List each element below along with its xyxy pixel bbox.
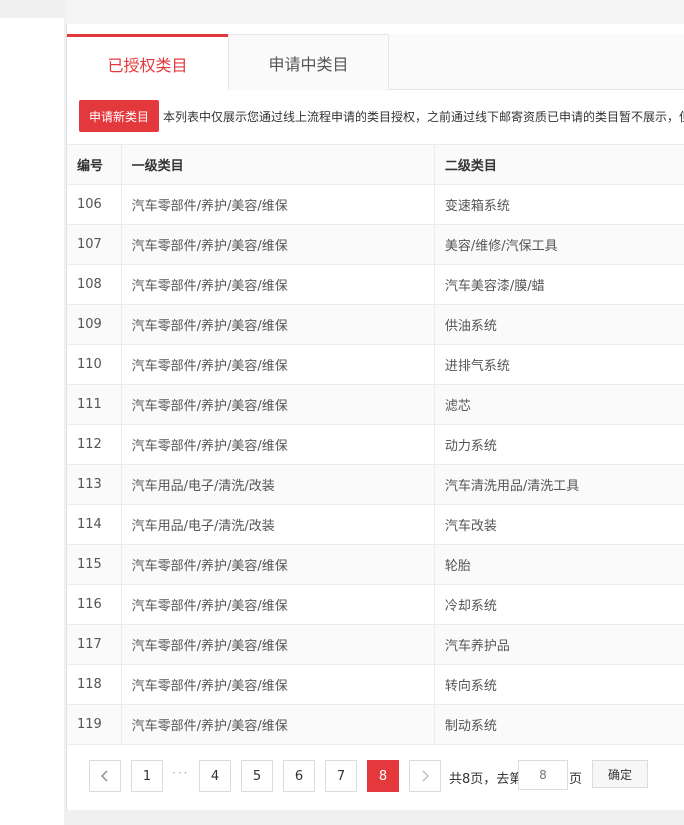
cell-level2: 制动系统 [433,704,684,745]
page-8-button[interactable]: 8 [367,760,399,792]
cell-level2: 供油系统 [433,304,684,345]
cell-level2: 进排气系统 [433,344,684,385]
cell-num: 115 [67,544,122,585]
next-page-button[interactable] [409,760,441,792]
table-row: 112 汽车零部件/养护/美容/维保 动力系统 [67,424,684,465]
cell-level2: 轮胎 [433,544,684,585]
cell-level2: 转向系统 [433,664,684,705]
page-suffix-text: 页 [569,772,583,787]
page-6-button[interactable]: 6 [283,760,315,792]
table-row: 114 汽车用品/电子/清洗/改装 汽车改装 [67,504,684,545]
cell-num: 119 [67,704,122,745]
cell-level1: 汽车零部件/养护/美容/维保 [120,384,435,425]
cell-num: 108 [67,264,122,305]
notice-text: 本列表中仅展示您通过线上流程申请的类目授权，之前通过线下邮寄资质已申请的类目暂不… [163,109,684,124]
table-row: 113 汽车用品/电子/清洗/改装 汽车清洗用品/清洗工具 [67,464,684,505]
cell-num: 118 [67,664,122,705]
category-table: 编号 一级类目 二级类目 106 汽车零部件/养护/美容/维保 变速箱系统 107 汽车… [67,144,684,745]
cell-num: 109 [67,304,122,345]
bottom-strip [66,810,684,825]
top-strip [66,0,684,24]
page-4-button[interactable]: 4 [199,760,231,792]
cell-level1: 汽车零部件/养护/美容/维保 [120,264,435,305]
page-7-button[interactable]: 7 [325,760,357,792]
cell-level2: 变速箱系统 [433,184,684,225]
cell-num: 114 [67,504,122,545]
pagination: 1 ··· 4 5 6 7 8 共8页，去第 页 确定 [67,744,684,810]
table-body: 106 汽车零部件/养护/美容/维保 变速箱系统 107 汽车零部件/养护/美容/维保美… [67,184,684,745]
cell-level2: 汽车清洗用品/清洗工具 [433,464,684,505]
table-row: 108 汽车零部件/养护/美容/维保 汽车美容漆/膜/蜡 [67,264,684,305]
table-row: 119 汽车零部件/养护/美容/维保 制动系统 [67,704,684,745]
cell-num: 112 [67,424,122,465]
page-1-button[interactable]: 1 [131,760,163,792]
cell-num: 106 [67,184,122,225]
cell-level2: 汽车美容漆/膜/蜡 [433,264,684,305]
table-row: 115 汽车零部件/养护/美容/维保 轮胎 [67,544,684,585]
left-sidebar [0,18,64,825]
category-panel: 已授权类目 申请中类目 申请新类目 本列表中仅展示您通过线上流程申请的类目授权，… [66,24,684,810]
tab-authorized[interactable]: 已授权类目 [67,34,228,91]
table-row: 111 汽车零部件/养护/美容/维保 滤芯 [67,384,684,425]
cell-num: 110 [67,344,122,385]
header-level2: 二级类目 [433,144,684,185]
chevron-left-icon [101,770,108,782]
cell-level2: 冷却系统 [433,584,684,625]
cell-level2: 滤芯 [433,384,684,425]
main-content: 已授权类目 申请中类目 申请新类目 本列表中仅展示您通过线上流程申请的类目授权，… [66,0,684,825]
cell-level1: 汽车用品/电子/清洗/改装 [120,504,435,545]
table-row: 106 汽车零部件/养护/美容/维保 变速箱系统 [67,184,684,225]
table-row: 110 汽车零部件/养护/美容/维保 进排气系统 [67,344,684,385]
toolbar: 申请新类目 本列表中仅展示您通过线上流程申请的类目授权，之前通过线下邮寄资质已申… [67,90,684,142]
table-row: 116 汽车零部件/养护/美容/维保 冷却系统 [67,584,684,625]
cell-num: 116 [67,584,122,625]
table-row: 107 汽车零部件/养护/美容/维保 美容/维修/汽保工具 [67,224,684,265]
cell-level1: 汽车零部件/养护/美容/维保 [120,544,435,585]
header-num: 编号 [67,144,122,185]
cell-num: 111 [67,384,122,425]
page-number-input[interactable] [518,760,568,790]
header-level1: 一级类目 [120,144,435,185]
cell-level2: 汽车养护品 [433,624,684,665]
chevron-right-icon [422,770,429,782]
tab-bar: 已授权类目 申请中类目 [67,34,684,91]
cell-level1: 汽车零部件/养护/美容/维保 [120,344,435,385]
cell-level2: 动力系统 [433,424,684,465]
cell-num: 117 [67,624,122,665]
table-row: 109 汽车零部件/养护/美容/维保 供油系统 [67,304,684,345]
cell-level1: 汽车零部件/养护/美容/维保 [120,304,435,345]
page-5-button[interactable]: 5 [241,760,273,792]
table-header-row: 编号 一级类目 二级类目 [67,144,684,185]
cell-level1: 汽车零部件/养护/美容/维保 [120,664,435,705]
cell-level1: 汽车零部件/养护/美容/维保 [120,704,435,745]
cell-num: 107 [67,224,122,265]
table-row: 118 汽车零部件/养护/美容/维保 转向系统 [67,664,684,705]
table-row: 117 汽车零部件/养护/美容/维保 汽车养护品 [67,624,684,665]
total-pages-text: 共8页，去第 [449,772,523,787]
pagination-ellipsis: ··· [172,766,190,780]
cell-num: 113 [67,464,122,505]
cell-level1: 汽车用品/电子/清洗/改装 [120,464,435,505]
cell-level2: 美容/维修/汽保工具 [433,224,684,265]
cell-level1: 汽车零部件/养护/美容/维保 [120,584,435,625]
cell-level2: 汽车改装 [433,504,684,545]
cell-level1: 汽车零部件/养护/美容/维保 [120,624,435,665]
cell-level1: 汽车零部件/养护/美容/维保 [120,424,435,465]
apply-new-category-button[interactable]: 申请新类目 [79,100,160,132]
tab-applying[interactable]: 申请中类目 [228,34,389,90]
prev-page-button[interactable] [89,760,121,792]
cell-level1: 汽车零部件/养护/美容/维保 [120,224,435,265]
cell-level1: 汽车零部件/养护/美容/维保 [120,184,435,225]
confirm-page-button[interactable]: 确定 [592,760,648,788]
